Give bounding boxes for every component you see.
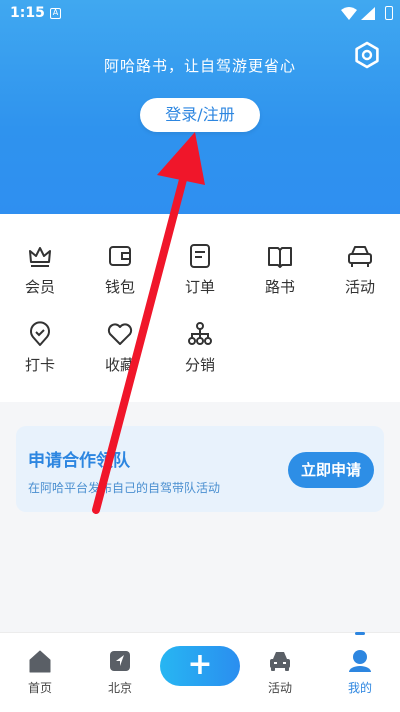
wallet-icon [109, 246, 131, 266]
menu-item-vip[interactable]: 会员 [0, 242, 80, 312]
promo-title: 申请合作领队 [28, 451, 130, 471]
menu-item-orders[interactable]: 订单 [160, 242, 240, 312]
tab-label: 首页 [27, 681, 52, 695]
menu-label: 收藏 [104, 356, 135, 374]
wifi-icon [341, 7, 357, 20]
location-check-icon [30, 321, 50, 346]
notification-icon: A [50, 8, 61, 19]
menu-label: 钱包 [104, 278, 135, 296]
status-time: 1:15 [10, 5, 45, 21]
menu-item-activity[interactable]: 活动 [320, 242, 400, 312]
menu-label: 会员 [24, 278, 55, 296]
user-icon [349, 650, 371, 672]
menu-item-roadbook[interactable]: 路书 [240, 242, 320, 312]
crown-icon [29, 247, 51, 267]
plus-button[interactable]: + [160, 646, 240, 686]
apply-leader-card[interactable]: 申请合作领队 在阿哈平台发布自己的自驾带队活动 立即申请 [16, 426, 384, 512]
tab-label: 北京 [107, 681, 132, 695]
tab-mine[interactable]: 我的 [320, 633, 400, 712]
tab-activity[interactable]: 活动 [240, 633, 320, 712]
battery-icon [385, 6, 393, 20]
tab-home[interactable]: 首页 [0, 633, 80, 712]
order-icon [190, 244, 210, 268]
car-icon [348, 246, 372, 267]
promo-subtitle: 在阿哈平台发布自己的自驾带队活动 [28, 481, 221, 495]
status-bar: 1:15 A [0, 0, 400, 28]
tab-label: 我的 [347, 681, 372, 695]
menu-item-wallet[interactable]: 钱包 [80, 242, 160, 312]
menu-item-distribution[interactable]: 分销 [160, 320, 240, 390]
heart-icon [107, 323, 133, 345]
menu-label: 订单 [184, 278, 215, 296]
feature-menu: 会员 钱包 订单 路书 活动 打卡 收藏 分销 [0, 214, 400, 402]
book-icon [268, 247, 292, 268]
menu-item-favorites[interactable]: 收藏 [80, 320, 160, 390]
car-icon [270, 652, 290, 671]
tab-label: 活动 [267, 681, 292, 695]
profile-header: 1:15 A 阿哈路书，让自驾游更省心 登录/注册 [0, 0, 400, 214]
signal-icon [361, 7, 375, 20]
apply-now-button[interactable]: 立即申请 [288, 452, 374, 488]
active-tab-indicator [355, 632, 365, 635]
map-pin-icon [110, 651, 130, 671]
menu-item-checkin[interactable]: 打卡 [0, 320, 80, 390]
menu-label: 打卡 [24, 356, 55, 374]
slogan: 阿哈路书，让自驾游更省心 [103, 57, 296, 75]
tab-city[interactable]: 北京 [80, 633, 160, 712]
menu-label: 分销 [184, 356, 215, 374]
menu-label: 活动 [344, 278, 375, 296]
login-register-button[interactable]: 登录/注册 [140, 98, 260, 132]
share-tree-icon [188, 322, 212, 345]
menu-label: 路书 [264, 278, 295, 296]
settings-icon[interactable] [353, 41, 381, 69]
home-icon [29, 650, 51, 673]
